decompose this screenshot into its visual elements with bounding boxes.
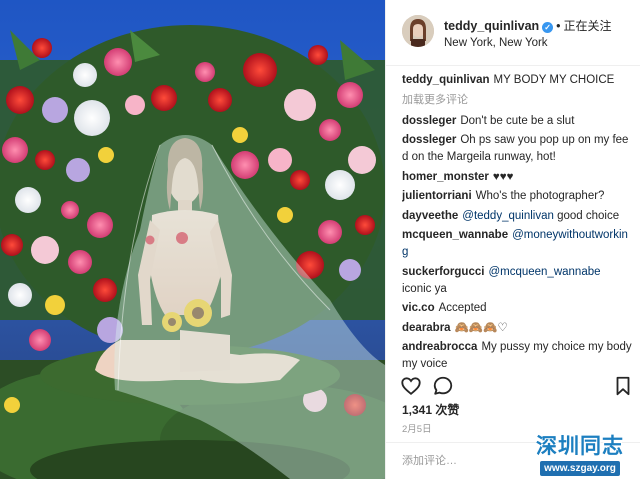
save-button[interactable] — [612, 375, 634, 397]
load-more-comments-link[interactable]: 加载更多评论 — [402, 92, 632, 109]
caption-text: MY BODY MY CHOICE — [493, 74, 615, 86]
site-watermark: 深圳同志 www.szgay.org — [526, 434, 634, 476]
comment-button[interactable] — [432, 375, 454, 397]
comment-username[interactable]: dossleger — [402, 115, 456, 127]
comment-item: suckerforgucci @mcqueen_wannabe iconic ya — [402, 264, 632, 298]
comment-username[interactable]: julientorriani — [402, 190, 472, 202]
post-actions-bar — [386, 368, 640, 402]
comment-list: teddy_quinlivan MY BODY MY CHOICE 加载更多评论 … — [402, 72, 632, 372]
comment-username[interactable]: suckerforgucci — [402, 266, 484, 278]
comment-text: good choice — [553, 209, 620, 222]
comment-text: 🙈🙈🙈♡ — [454, 321, 508, 334]
comment-text: Who's the photographer? — [475, 190, 605, 202]
comment-username[interactable]: mcqueen_wannabe — [402, 229, 508, 241]
comment-item: mcqueen_wannabe @moneywithoutworking — [402, 227, 632, 261]
post-side-panel: teddy_quinlivan ✓ • 正在关注 New York, New York… — [385, 0, 640, 479]
photo-artwork — [0, 25, 385, 479]
comment-item: julientorriani Who's the photographer? — [402, 188, 632, 205]
comment-username[interactable]: dearabra — [402, 322, 451, 334]
bookmark-icon — [616, 376, 630, 396]
comment-text: iconic ya — [402, 282, 447, 295]
comment-text: Accepted — [438, 302, 487, 314]
comment-mention-link[interactable]: @mcqueen_wannabe — [488, 266, 600, 278]
comment-username[interactable]: dayveethe — [402, 210, 458, 222]
follow-status-button[interactable]: 正在关注 — [564, 19, 612, 33]
post-date[interactable]: 2月5日 — [402, 421, 432, 435]
watermark-url: www.szgay.org — [540, 461, 620, 476]
comment-text: Don't be cute be a slut — [460, 114, 575, 127]
caption: teddy_quinlivan MY BODY MY CHOICE — [402, 72, 632, 89]
comment-item: dossleger Oh ps saw you pop up on my feed… — [402, 132, 632, 166]
comment-mention-link[interactable]: @teddy_quinlivan — [462, 210, 554, 222]
post-photo[interactable] — [0, 0, 385, 479]
post-location[interactable]: New York, New York — [444, 37, 548, 49]
comment-item: dearabra 🙈🙈🙈♡ — [402, 320, 632, 337]
comment-item: homer_monster ♥♥♥ — [402, 169, 632, 186]
like-button[interactable] — [400, 375, 422, 397]
speech-bubble-icon — [433, 376, 453, 395]
separator-dot: • — [556, 19, 561, 33]
avatar-image — [402, 15, 434, 47]
comment-input[interactable] — [402, 452, 542, 470]
comment-username[interactable]: vic.co — [402, 302, 435, 314]
comment-username[interactable]: dossleger — [402, 134, 456, 146]
comment-username[interactable]: andreabrocca — [402, 341, 477, 353]
author-username[interactable]: teddy_quinlivan — [444, 19, 539, 33]
watermark-title: 深圳同志 — [536, 434, 624, 458]
avatar[interactable] — [402, 15, 434, 47]
post-header: teddy_quinlivan ✓ • 正在关注 New York, New York — [386, 0, 640, 66]
comment-username[interactable]: homer_monster — [402, 171, 489, 183]
comment-text: ♥♥♥ — [492, 170, 514, 183]
comment-item: dossleger Don't be cute be a slut — [402, 113, 632, 130]
comment-item: vic.co Accepted — [402, 300, 632, 317]
post-author-line: teddy_quinlivan ✓ • 正在关注 — [444, 17, 612, 34]
heart-icon — [401, 377, 421, 395]
verified-badge-icon: ✓ — [542, 22, 554, 33]
comment-item: dayveethe @teddy_quinlivan good choice — [402, 208, 632, 225]
caption-username[interactable]: teddy_quinlivan — [402, 74, 490, 86]
like-count[interactable]: 1,341 次赞 — [402, 401, 459, 418]
